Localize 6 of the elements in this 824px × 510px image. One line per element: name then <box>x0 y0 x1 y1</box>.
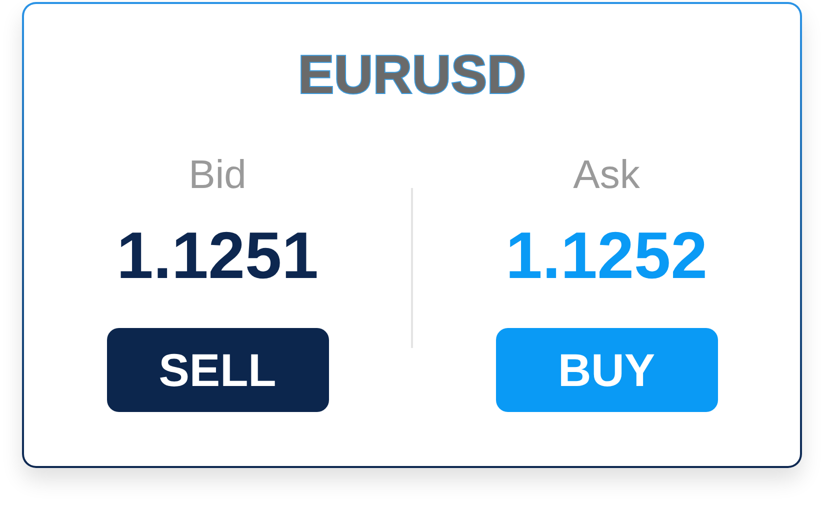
price-label: Bid <box>188 152 246 199</box>
symbol-title: EURUSD <box>298 45 526 105</box>
price-label: Ask <box>573 152 640 199</box>
price-value: 1.1252 <box>506 219 708 291</box>
sell-button[interactable]: SELL <box>106 328 328 412</box>
price-value: 1.1251 <box>116 219 318 291</box>
